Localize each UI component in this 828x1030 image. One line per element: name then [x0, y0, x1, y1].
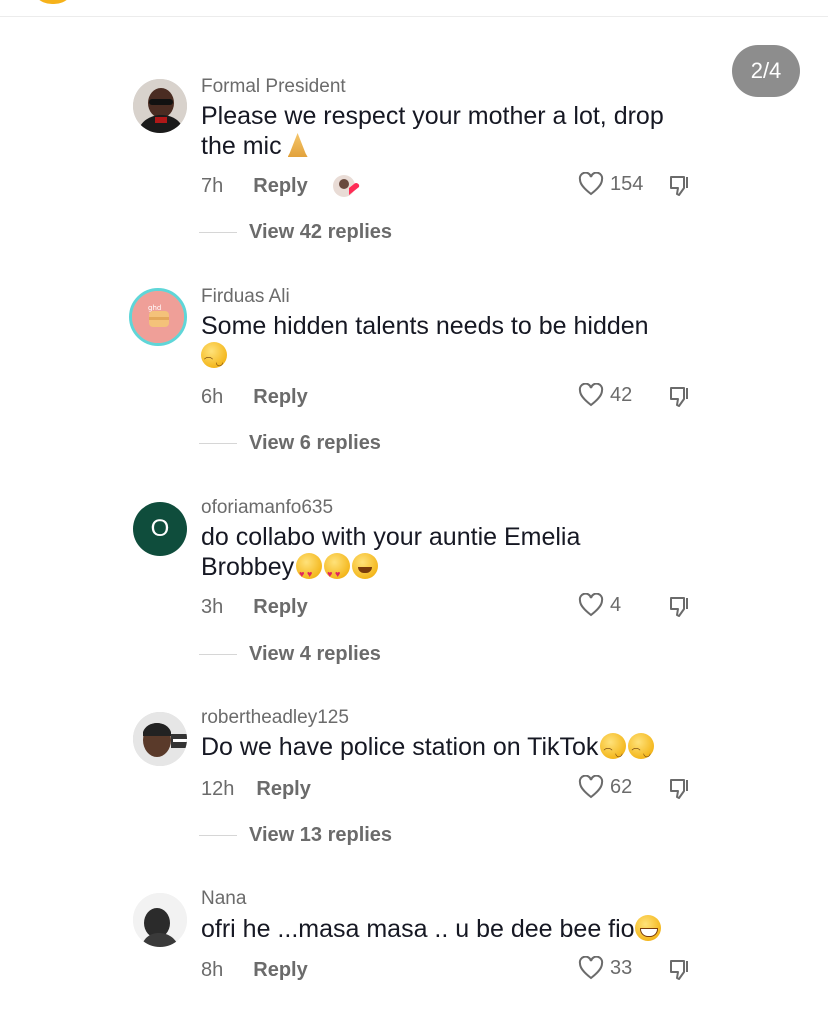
- comment-time: 7h: [201, 174, 224, 197]
- page-indicator-badge: 2/4: [732, 45, 800, 97]
- like-count: 42: [610, 383, 633, 406]
- avatar[interactable]: ghd: [129, 288, 187, 346]
- comment-meta: 3h Reply: [201, 593, 308, 621]
- replies-divider: [199, 654, 237, 655]
- like-count: 154: [610, 172, 644, 195]
- svg-text:ghd: ghd: [148, 304, 161, 312]
- comment-username[interactable]: oforiamanfo635: [201, 497, 333, 519]
- comment-text-line: Do we have police station on TikTok: [201, 733, 599, 761]
- comment-text-line: Brobbey: [201, 553, 295, 581]
- comment-time: 6h: [201, 385, 224, 408]
- reply-button[interactable]: Reply: [253, 386, 307, 409]
- replies-divider: [199, 835, 237, 836]
- view-replies-label: View 42 replies: [249, 221, 393, 243]
- view-replies-button[interactable]: View 42 replies: [199, 221, 392, 244]
- view-replies-label: View 13 replies: [249, 824, 393, 846]
- partial-emoji-top: [30, 0, 76, 4]
- avatar[interactable]: O: [133, 502, 187, 556]
- view-replies-button[interactable]: View 4 replies: [199, 643, 381, 666]
- smiling-hearts-emoji-icon: [296, 553, 323, 589]
- tears-of-joy-emoji-icon: [352, 553, 379, 579]
- replies-divider: [199, 232, 237, 233]
- folded-hands-emoji-icon: [287, 133, 308, 157]
- like-button[interactable]: 4: [578, 593, 621, 617]
- like-count: 33: [610, 956, 633, 979]
- comment-time: 12h: [201, 777, 235, 800]
- comment-text-line: Some hidden talents needs to be hidden: [201, 312, 649, 340]
- reply-button[interactable]: Reply: [253, 959, 307, 982]
- user-photo-icon: [133, 79, 187, 133]
- comment-text: do collabo with your auntie Emelia Brobb…: [201, 522, 701, 589]
- avatar[interactable]: [133, 712, 187, 766]
- top-divider: [0, 16, 828, 17]
- smirk-emoji-icon: [201, 342, 227, 377]
- thumbs-down-icon[interactable]: [668, 777, 692, 801]
- reply-button[interactable]: Reply: [253, 175, 307, 198]
- cake-avatar-icon: ghd: [132, 291, 184, 343]
- comment-time: 8h: [201, 958, 224, 981]
- comment-meta: 6h Reply: [201, 383, 308, 411]
- reply-button[interactable]: Reply: [256, 778, 310, 801]
- heart-outline-icon: [578, 775, 604, 799]
- comment-text: ofri he ...masa masa .. u be dee bee fio: [201, 914, 701, 944]
- smiling-hearts-emoji-icon: [324, 553, 351, 589]
- avatar[interactable]: [133, 79, 187, 133]
- comment-text: Do we have police station on TikTok: [201, 732, 701, 768]
- user-photo-icon: [133, 893, 187, 947]
- like-count: 62: [610, 775, 633, 798]
- comment-username[interactable]: robertheadley125: [201, 707, 349, 729]
- like-button[interactable]: 62: [578, 775, 632, 799]
- comment-text-line: Please we respect your mother a lot, dro…: [201, 102, 664, 130]
- avatar[interactable]: [133, 893, 187, 947]
- comment-username[interactable]: Nana: [201, 888, 246, 910]
- comment-text: Some hidden talents needs to be hidden: [201, 311, 701, 377]
- comment-time: 3h: [201, 595, 224, 618]
- comment-username[interactable]: Formal President: [201, 76, 346, 98]
- thumbs-down-icon[interactable]: [668, 958, 692, 982]
- view-replies-button[interactable]: View 6 replies: [199, 432, 381, 455]
- heart-outline-icon: [578, 383, 604, 407]
- comment-text: Please we respect your mother a lot, dro…: [201, 101, 701, 161]
- thumbs-down-icon[interactable]: [668, 174, 692, 198]
- comment-text-line: the mic: [201, 132, 282, 160]
- comment-text-line: do collabo with your auntie Emelia: [201, 523, 581, 551]
- like-button[interactable]: 154: [578, 172, 643, 196]
- comment-meta: 8h Reply: [201, 956, 308, 984]
- like-button[interactable]: 33: [578, 956, 632, 980]
- comment-text-line: ofri he ...masa masa .. u be dee bee fio: [201, 915, 635, 943]
- view-replies-button[interactable]: View 13 replies: [199, 824, 392, 847]
- heart-outline-icon: [578, 593, 604, 617]
- thumbs-down-icon[interactable]: [668, 385, 692, 409]
- comment-meta: 7h Reply: [201, 172, 360, 200]
- user-photo-icon: [133, 712, 187, 766]
- comment-meta: 12h Reply: [201, 775, 311, 803]
- view-replies-label: View 6 replies: [249, 432, 381, 454]
- heart-outline-icon: [578, 956, 604, 980]
- relieved-emoji-icon: [600, 733, 627, 768]
- reply-button[interactable]: Reply: [253, 596, 307, 619]
- replies-divider: [199, 443, 237, 444]
- heart-outline-icon: [578, 172, 604, 196]
- avatar-letter: O: [150, 515, 170, 542]
- thumbs-down-icon[interactable]: [668, 595, 692, 619]
- creator-liked-avatar-icon: [332, 175, 359, 197]
- like-count: 4: [610, 593, 622, 616]
- like-button[interactable]: 42: [578, 383, 632, 407]
- grinning-sweat-emoji-icon: [634, 915, 661, 941]
- comment-username[interactable]: Firduas Ali: [201, 286, 290, 308]
- relieved-emoji-icon: [628, 733, 655, 768]
- view-replies-label: View 4 replies: [249, 643, 381, 665]
